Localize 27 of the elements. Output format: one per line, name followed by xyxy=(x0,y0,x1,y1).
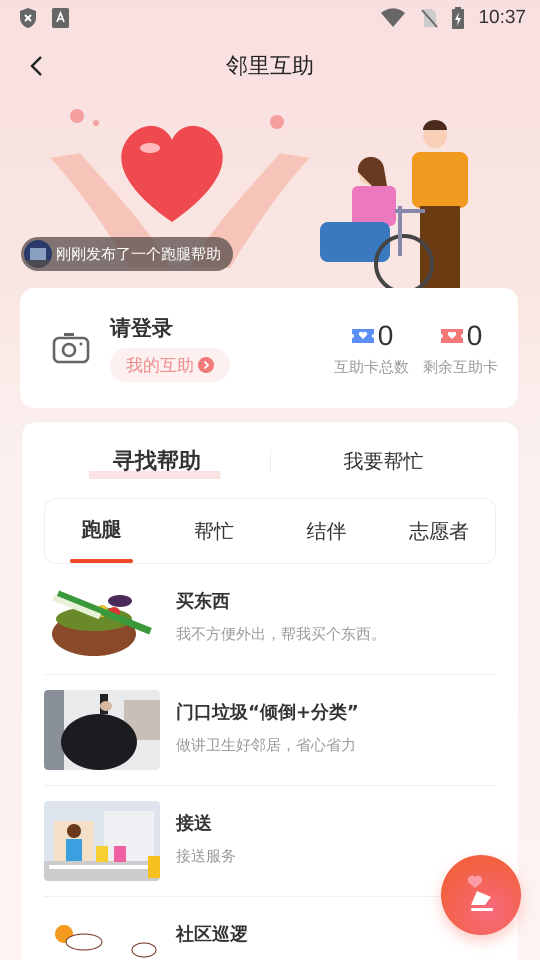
wifi-icon xyxy=(380,8,406,28)
card-count-label: 互助卡总数 xyxy=(334,358,409,376)
service-description: 我不方便外出，帮我买个东西。 xyxy=(176,625,386,644)
text-icon xyxy=(52,8,69,28)
category-tab[interactable]: 帮忙 xyxy=(158,499,270,563)
service-title[interactable]: 接送 xyxy=(176,811,236,835)
category-tab[interactable]: 志愿者 xyxy=(382,499,495,563)
chevron-icon xyxy=(198,357,214,373)
service-description: 接送服务 xyxy=(176,847,236,866)
category-tab[interactable]: 跑腿 xyxy=(45,499,158,563)
status-time: 10:37 xyxy=(478,7,526,29)
service-title[interactable]: 门口垃圾“倾倒+分类” xyxy=(176,700,359,724)
service-description: 做讲卫生好邻居，省心省力 xyxy=(176,736,357,755)
no-sim-icon xyxy=(420,8,438,28)
service-title[interactable]: 买东西 xyxy=(176,589,386,613)
main-tab[interactable]: 我要帮忙 xyxy=(270,440,496,482)
login-prompt: 请登录 xyxy=(110,315,174,342)
card-count-label: 剩余互助卡 xyxy=(423,358,498,376)
card-count: 0 xyxy=(466,320,482,352)
card-count: 0 xyxy=(378,320,394,352)
category-tab[interactable]: 结伴 xyxy=(270,499,382,563)
notice-text: 刚刚发布了一个跑腿帮助 xyxy=(56,244,221,264)
page-title: 邻里互助 xyxy=(226,53,314,81)
battery-icon xyxy=(452,7,464,29)
service-title[interactable]: 社区巡逻 xyxy=(176,922,248,946)
shield-icon xyxy=(18,7,38,29)
back-icon xyxy=(29,55,43,77)
